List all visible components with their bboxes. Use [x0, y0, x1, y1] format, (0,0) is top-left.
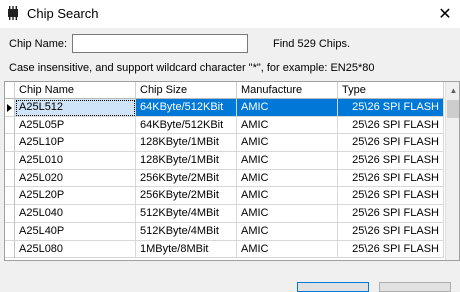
close-button[interactable]: ✕	[430, 0, 460, 28]
cell-chip-size[interactable]: 512KByte/4MBit	[136, 222, 237, 241]
column-header-chip-name[interactable]: Chip Name	[15, 82, 136, 99]
ok-button[interactable]	[297, 282, 369, 292]
cell-chip-name[interactable]: A25L040	[15, 205, 136, 223]
row-indicator	[5, 99, 15, 117]
cell-manufacture[interactable]: AMIC	[237, 222, 338, 241]
table-row[interactable]: A25L20P 256KByte/2MBit AMIC 25\26 SPI FLASH	[5, 187, 444, 206]
close-icon: ✕	[438, 6, 452, 23]
table-body: A25L512 64KByte/512KBit AMIC 25\26 SPI FLAS…	[5, 99, 444, 259]
cell-chip-size[interactable]: 64KByte/512KBit	[136, 116, 237, 135]
cell-type[interactable]: 25\26 SPI FLASH	[338, 152, 444, 170]
wildcard-hint: Case insensitive, and support wildcard c…	[9, 62, 375, 74]
cell-type[interactable]: 25\26 SPI FLASH	[338, 169, 444, 188]
cell-type[interactable]: 25\26 SPI FLASH	[338, 134, 444, 153]
cell-chip-name[interactable]: A25L40P	[15, 222, 136, 241]
cell-chip-name[interactable]: A25L20P	[15, 187, 136, 206]
cell-manufacture[interactable]: AMIC	[237, 116, 338, 135]
cell-chip-name[interactable]: A25L512	[15, 99, 136, 117]
cell-manufacture[interactable]: AMIC	[237, 152, 338, 170]
table-row[interactable]: A25L40P 512KByte/4MBit AMIC 25\26 SPI FLASH	[5, 222, 444, 241]
row-indicator	[5, 205, 15, 223]
row-indicator	[5, 116, 15, 135]
current-row-arrow-icon	[7, 104, 12, 112]
table-row[interactable]: A25L040 512KByte/4MBit AMIC 25\26 SPI FLASH	[5, 205, 444, 223]
column-header-type[interactable]: Type	[338, 82, 444, 99]
cell-chip-name[interactable]: A25L020	[15, 169, 136, 188]
column-header-manufacture[interactable]: Manufacture	[237, 82, 338, 99]
table-row[interactable]: A25L05P 64KByte/512KBit AMIC 25\26 SPI FLAS…	[5, 116, 444, 135]
cell-manufacture[interactable]: AMIC	[237, 187, 338, 206]
column-header-chip-size[interactable]: Chip Size	[136, 82, 237, 99]
row-indicator	[5, 152, 15, 170]
cell-chip-size[interactable]: 1MByte/8MBit	[136, 240, 237, 259]
table-header: Chip Name Chip Size Manufacture Type	[5, 82, 444, 99]
window-title: Chip Search	[27, 6, 99, 21]
row-indicator	[5, 187, 15, 206]
cell-chip-name[interactable]: A25L05P	[15, 116, 136, 135]
row-indicator	[5, 169, 15, 188]
cell-type[interactable]: 25\26 SPI FLASH	[338, 99, 444, 117]
table-row[interactable]: A25L010 128KByte/1MBit AMIC 25\26 SPI FLASH	[5, 152, 444, 170]
row-indicator	[5, 222, 15, 241]
header-indicator	[5, 82, 15, 99]
cell-chip-size[interactable]: 128KByte/1MBit	[136, 134, 237, 153]
cell-chip-size[interactable]: 128KByte/1MBit	[136, 152, 237, 170]
cell-chip-size[interactable]: 512KByte/4MBit	[136, 205, 237, 223]
cell-chip-size[interactable]: 64KByte/512KBit	[136, 99, 237, 117]
chip-icon	[8, 6, 18, 20]
cell-chip-name[interactable]: A25L010	[15, 152, 136, 170]
cell-chip-size[interactable]: 256KByte/2MBit	[136, 187, 237, 206]
cell-chip-name[interactable]: A25L10P	[15, 134, 136, 153]
table-row[interactable]: A25L10P 128KByte/1MBit AMIC 25\26 SPI FLASH	[5, 134, 444, 153]
scroll-up-icon[interactable]: ▲	[446, 82, 459, 99]
result-count: Find 529 Chips.	[273, 38, 351, 50]
vertical-scrollbar[interactable]: ▲	[445, 82, 459, 260]
cancel-button[interactable]	[379, 282, 451, 292]
cell-manufacture[interactable]: AMIC	[237, 205, 338, 223]
cell-type[interactable]: 25\26 SPI FLASH	[338, 240, 444, 259]
cell-type[interactable]: 25\26 SPI FLASH	[338, 187, 444, 206]
cell-manufacture[interactable]: AMIC	[237, 169, 338, 188]
cell-chip-size[interactable]: 256KByte/2MBit	[136, 169, 237, 188]
cell-manufacture[interactable]: AMIC	[237, 99, 338, 117]
cell-manufacture[interactable]: AMIC	[237, 240, 338, 259]
table-row[interactable]: A25L512 64KByte/512KBit AMIC 25\26 SPI FLAS…	[5, 99, 444, 117]
table-row[interactable]: A25L020 256KByte/2MBit AMIC 25\26 SPI FLASH	[5, 169, 444, 188]
cell-manufacture[interactable]: AMIC	[237, 134, 338, 153]
row-indicator	[5, 134, 15, 153]
table-row[interactable]: A25L080 1MByte/8MBit AMIC 25\26 SPI FLASH	[5, 240, 444, 259]
cell-type[interactable]: 25\26 SPI FLASH	[338, 116, 444, 135]
scroll-thumb[interactable]	[447, 100, 459, 118]
row-indicator	[5, 240, 15, 259]
chip-table[interactable]: Chip Name Chip Size Manufacture Type A25…	[4, 81, 460, 261]
title-bar: Chip Search ✕	[0, 0, 460, 28]
chip-name-input[interactable]	[72, 34, 248, 53]
cell-type[interactable]: 25\26 SPI FLASH	[338, 222, 444, 241]
chip-name-label: Chip Name:	[9, 38, 68, 50]
cell-type[interactable]: 25\26 SPI FLASH	[338, 205, 444, 223]
cell-chip-name[interactable]: A25L080	[15, 240, 136, 259]
